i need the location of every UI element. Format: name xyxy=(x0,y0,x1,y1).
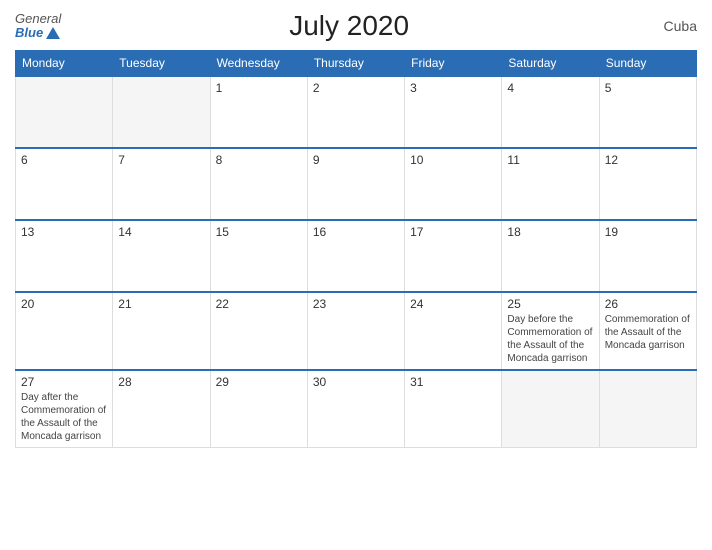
week-row-3: 13 14 15 16 17 18 19 xyxy=(16,220,697,292)
header-tuesday: Tuesday xyxy=(113,51,210,77)
cal-cell: 25 Day before the Commemoration of the As… xyxy=(502,292,599,370)
week-row-5: 27 Day after the Commemoration of the Ass… xyxy=(16,370,697,448)
logo-general-text: General xyxy=(15,12,61,26)
calendar-page: General Blue July 2020 Cuba Monday Tuesd… xyxy=(0,0,712,550)
cal-cell: 8 xyxy=(210,148,307,220)
day-number: 30 xyxy=(313,375,399,389)
cal-cell: 17 xyxy=(405,220,502,292)
day-number: 20 xyxy=(21,297,107,311)
header-saturday: Saturday xyxy=(502,51,599,77)
day-number: 11 xyxy=(507,153,593,167)
cal-cell: 19 xyxy=(599,220,696,292)
cal-cell: 22 xyxy=(210,292,307,370)
day-number: 14 xyxy=(118,225,204,239)
cal-cell xyxy=(113,76,210,148)
cal-cell: 14 xyxy=(113,220,210,292)
cal-cell: 9 xyxy=(307,148,404,220)
header-friday: Friday xyxy=(405,51,502,77)
day-number: 24 xyxy=(410,297,496,311)
day-number: 10 xyxy=(410,153,496,167)
day-number: 28 xyxy=(118,375,204,389)
day-number: 5 xyxy=(605,81,691,95)
cal-cell: 12 xyxy=(599,148,696,220)
cal-cell: 20 xyxy=(16,292,113,370)
week-row-2: 6789 10 11 12 xyxy=(16,148,697,220)
day-event: Day before the Commemoration of the Assa… xyxy=(507,314,592,364)
cal-cell: 18 xyxy=(502,220,599,292)
cal-cell: 24 xyxy=(405,292,502,370)
cal-cell: 5 xyxy=(599,76,696,148)
day-number: 19 xyxy=(605,225,691,239)
header-monday: Monday xyxy=(16,51,113,77)
logo: General Blue xyxy=(15,12,61,41)
header: General Blue July 2020 Cuba xyxy=(15,10,697,42)
day-number: 16 xyxy=(313,225,399,239)
cal-cell: 6 xyxy=(16,148,113,220)
cal-cell: 31 xyxy=(405,370,502,448)
cal-cell: 1 xyxy=(210,76,307,148)
cal-cell: 7 xyxy=(113,148,210,220)
day-number: 8 xyxy=(216,153,302,167)
cal-cell: 16 xyxy=(307,220,404,292)
day-event: Day after the Commemoration of the Assau… xyxy=(21,392,106,442)
header-wednesday: Wednesday xyxy=(210,51,307,77)
day-number: 7 xyxy=(118,153,204,167)
cal-cell: 3 xyxy=(405,76,502,148)
cal-cell: 29 xyxy=(210,370,307,448)
cal-cell: 27 Day after the Commemoration of the Ass… xyxy=(16,370,113,448)
cal-cell xyxy=(502,370,599,448)
day-number: 25 xyxy=(507,297,593,311)
day-number: 31 xyxy=(410,375,496,389)
day-number: 18 xyxy=(507,225,593,239)
weekday-header-row: Monday Tuesday Wednesday Thursday Friday… xyxy=(16,51,697,77)
logo-blue-text: Blue xyxy=(15,26,61,40)
week-row-4: 20 21 22 23 24 25 Day before the Commemoration… xyxy=(16,292,697,370)
cal-cell: 4 xyxy=(502,76,599,148)
cal-cell: 26 Commemoration of the Assault of the Mo… xyxy=(599,292,696,370)
cal-cell xyxy=(16,76,113,148)
day-number: 29 xyxy=(216,375,302,389)
cal-cell: 13 xyxy=(16,220,113,292)
day-number: 17 xyxy=(410,225,496,239)
day-number: 3 xyxy=(410,81,496,95)
day-number: 13 xyxy=(21,225,107,239)
cal-cell: 2 xyxy=(307,76,404,148)
header-thursday: Thursday xyxy=(307,51,404,77)
logo-triangle-icon xyxy=(46,27,60,39)
day-number: 23 xyxy=(313,297,399,311)
day-number: 4 xyxy=(507,81,593,95)
country-label: Cuba xyxy=(637,18,697,34)
day-number: 26 xyxy=(605,297,691,311)
day-number: 2 xyxy=(313,81,399,95)
day-number: 9 xyxy=(313,153,399,167)
day-number: 6 xyxy=(21,153,107,167)
day-number: 12 xyxy=(605,153,691,167)
cal-cell: 28 xyxy=(113,370,210,448)
day-event: Commemoration of the Assault of the Monc… xyxy=(605,314,690,351)
header-sunday: Sunday xyxy=(599,51,696,77)
cal-cell: 23 xyxy=(307,292,404,370)
cal-cell: 30 xyxy=(307,370,404,448)
day-number: 22 xyxy=(216,297,302,311)
cal-cell: 21 xyxy=(113,292,210,370)
day-number: 27 xyxy=(21,375,107,389)
day-number: 15 xyxy=(216,225,302,239)
cal-cell: 15 xyxy=(210,220,307,292)
cal-cell: 10 xyxy=(405,148,502,220)
cal-cell: 11 xyxy=(502,148,599,220)
week-row-1: 12345 xyxy=(16,76,697,148)
day-number: 1 xyxy=(216,81,302,95)
calendar-title: July 2020 xyxy=(61,10,637,42)
day-number: 21 xyxy=(118,297,204,311)
calendar-table: Monday Tuesday Wednesday Thursday Friday… xyxy=(15,50,697,448)
cal-cell xyxy=(599,370,696,448)
